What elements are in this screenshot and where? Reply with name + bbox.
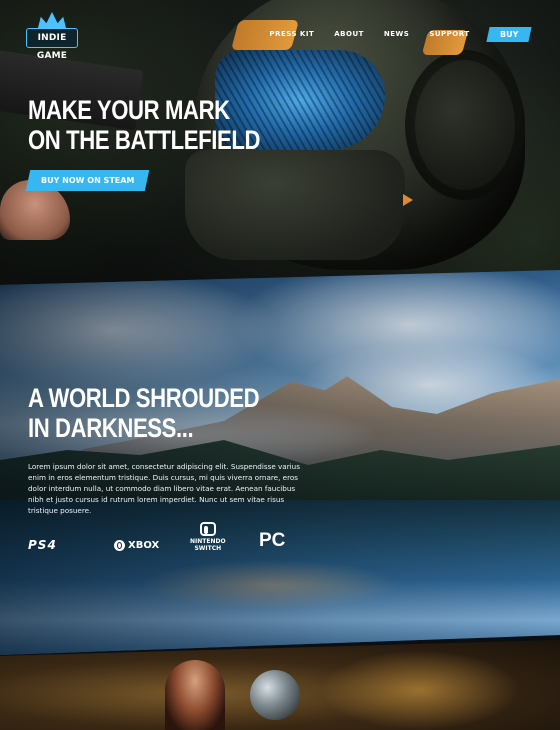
nav-link-support[interactable]: SUPPORT bbox=[429, 30, 469, 38]
pc-logo-text: PC bbox=[259, 530, 286, 551]
ps4-logo-text: PS4 bbox=[28, 538, 57, 552]
platform-logos: PS4 XBOX NINTENDO SWITCH PC bbox=[28, 522, 298, 554]
nav-link-press-kit[interactable]: PRESS KIT bbox=[269, 30, 314, 38]
main-nav: PRESS KIT ABOUT NEWS SUPPORT BUY bbox=[249, 25, 532, 43]
pc-logo: PC bbox=[259, 526, 285, 556]
world-title-line-2: IN DARKNESS... bbox=[28, 413, 194, 443]
hero-title: MAKE YOUR MARK ON THE BATTLEFIELD bbox=[28, 95, 260, 155]
buy-button-label: BUY bbox=[499, 29, 518, 39]
logo-text: INDIE GAME bbox=[26, 28, 78, 61]
nintendo-switch-logo: NINTENDO SWITCH bbox=[190, 522, 226, 552]
crown-icon bbox=[38, 12, 66, 28]
background-glow bbox=[320, 650, 520, 730]
buy-on-steam-button[interactable]: BUY NOW ON STEAM bbox=[25, 170, 150, 191]
nav-link-about[interactable]: ABOUT bbox=[334, 30, 364, 38]
xbox-logo-text: XBOX bbox=[128, 539, 160, 551]
xbox-logo: XBOX bbox=[114, 530, 159, 560]
robot-character-image bbox=[250, 670, 300, 720]
ps4-logo: PS4 bbox=[28, 530, 57, 560]
world-title-line-1: A WORLD SHROUDED bbox=[28, 383, 260, 413]
switch-logo-top: NINTENDO bbox=[190, 538, 226, 545]
hero-section: INDIE GAME PRESS KIT ABOUT NEWS SUPPORT … bbox=[0, 0, 560, 300]
world-title: A WORLD SHROUDED IN DARKNESS... bbox=[28, 383, 260, 443]
hero-title-line-2: ON THE BATTLEFIELD bbox=[28, 125, 261, 155]
switch-icon bbox=[199, 522, 216, 536]
switch-logo-bottom: SWITCH bbox=[194, 545, 222, 552]
buy-button[interactable]: BUY bbox=[486, 26, 532, 42]
buy-on-steam-label: BUY NOW ON STEAM bbox=[41, 176, 135, 185]
hero-title-line-1: MAKE YOUR MARK bbox=[28, 95, 230, 125]
characters-section bbox=[0, 640, 560, 730]
world-description: Lorem ipsum dolor sit amet, consectetur … bbox=[28, 462, 300, 515]
nav-link-news[interactable]: NEWS bbox=[384, 30, 409, 38]
logo[interactable]: INDIE GAME bbox=[26, 12, 78, 61]
xbox-icon bbox=[114, 539, 125, 551]
